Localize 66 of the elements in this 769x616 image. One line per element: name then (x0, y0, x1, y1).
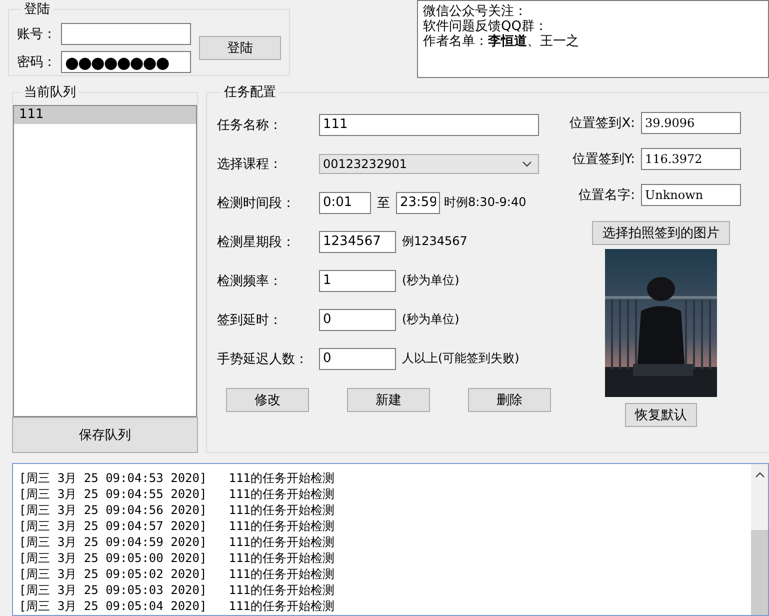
choose-photo-button[interactable]: 选择拍照签到的图片 (592, 221, 730, 246)
log-message: 111的任务开始检测 (228, 470, 334, 486)
hint-text: 人以上(可能签到失败) (402, 350, 520, 368)
log-message: 111的任务开始检测 (228, 518, 334, 534)
log-message: 111的任务开始检测 (228, 582, 334, 598)
log-message: 111的任务开始检测 (228, 550, 334, 566)
input-field[interactable]: 1234567 (319, 230, 396, 253)
group-title: 登陆 (23, 1, 51, 18)
save-queue-button[interactable]: 保存队列 (12, 417, 198, 453)
field-label: 手势延迟人数： (217, 350, 309, 368)
field-label: 密码： (17, 54, 57, 71)
input-field[interactable]: 0:01 (319, 192, 371, 214)
info-line: 作者名单：李恒道、王一之 (423, 34, 580, 49)
chevron-up-icon (754, 472, 764, 478)
log-message: 111的任务开始检测 (228, 502, 334, 518)
input-field[interactable]: 1 (319, 270, 396, 292)
field-label: 账号： (17, 26, 57, 43)
field-label: 任务名称： (217, 116, 283, 134)
log-time: [周三 3月 25 09:05:03 2020] (19, 582, 207, 598)
log-time: [周三 3月 25 09:04:55 2020] (19, 486, 207, 502)
field-label: 位置名字: (578, 187, 635, 204)
log-time: [周三 3月 25 09:05:04 2020] (19, 598, 207, 614)
scrollbar[interactable] (751, 464, 768, 615)
input-field[interactable]: 111 (319, 114, 539, 136)
hint-text: (秒为单位) (402, 311, 460, 328)
hint-text: 时例8:30-9:40 (444, 194, 526, 212)
log-time: [周三 3月 25 09:04:56 2020] (19, 502, 207, 518)
log-message: 111的任务开始检测 (228, 534, 334, 550)
reset-button[interactable]: 恢复默认 (625, 403, 697, 428)
scroll-thumb[interactable] (751, 530, 768, 615)
log-message: 111的任务开始检测 (228, 566, 334, 582)
password-field[interactable]: ●●●●●●●● (61, 51, 191, 73)
log-message: 111的任务开始检测 (228, 598, 334, 614)
queue-item[interactable]: 111 (14, 106, 196, 124)
login-button[interactable]: 登陆 (199, 36, 281, 60)
hint-text: 例1234567 (402, 233, 468, 250)
info-line: 软件问题反馈QQ群： (423, 19, 548, 34)
action-button[interactable]: 修改 (226, 388, 309, 412)
field-label: 位置签到Y: (572, 151, 635, 168)
log-time: [周三 3月 25 09:04:59 2020] (19, 534, 207, 550)
course-dropdown[interactable]: 00123232901 (319, 154, 539, 174)
log-time: [周三 3月 25 09:05:00 2020] (19, 550, 207, 566)
input-field[interactable]: Unknown (641, 184, 741, 206)
log-time: [周三 3月 25 09:04:57 2020] (19, 518, 207, 534)
field-label: 位置签到X: (570, 115, 635, 132)
separator-text: 至 (377, 194, 390, 212)
field-label: 签到延时： (217, 312, 283, 329)
input-field[interactable]: 39.9096 (641, 112, 741, 134)
input-field[interactable]: 116.3972 (641, 148, 741, 170)
action-button[interactable]: 新建 (347, 388, 430, 412)
field-label: 检测时间段： (217, 194, 296, 212)
log-time: [周三 3月 25 09:05:02 2020] (19, 566, 207, 582)
group-title: 任务配置 (223, 84, 277, 102)
info-line: 微信公众号关注： (423, 4, 528, 19)
log-time: [周三 3月 25 09:04:53 2020] (19, 470, 207, 486)
log-message: 111的任务开始检测 (228, 486, 334, 502)
input-field[interactable]: 0 (319, 348, 396, 370)
action-button[interactable]: 删除 (468, 388, 551, 412)
field-label: 检测频率： (217, 272, 283, 290)
group-title: 当前队列 (23, 84, 77, 102)
input-field[interactable] (61, 23, 191, 45)
input-field[interactable]: 0 (319, 308, 396, 331)
field-label: 检测星期段： (217, 234, 296, 251)
chevron-down-icon (522, 160, 532, 167)
field-label: 选择课程： (217, 156, 283, 173)
hint-text: (秒为单位) (402, 272, 460, 290)
